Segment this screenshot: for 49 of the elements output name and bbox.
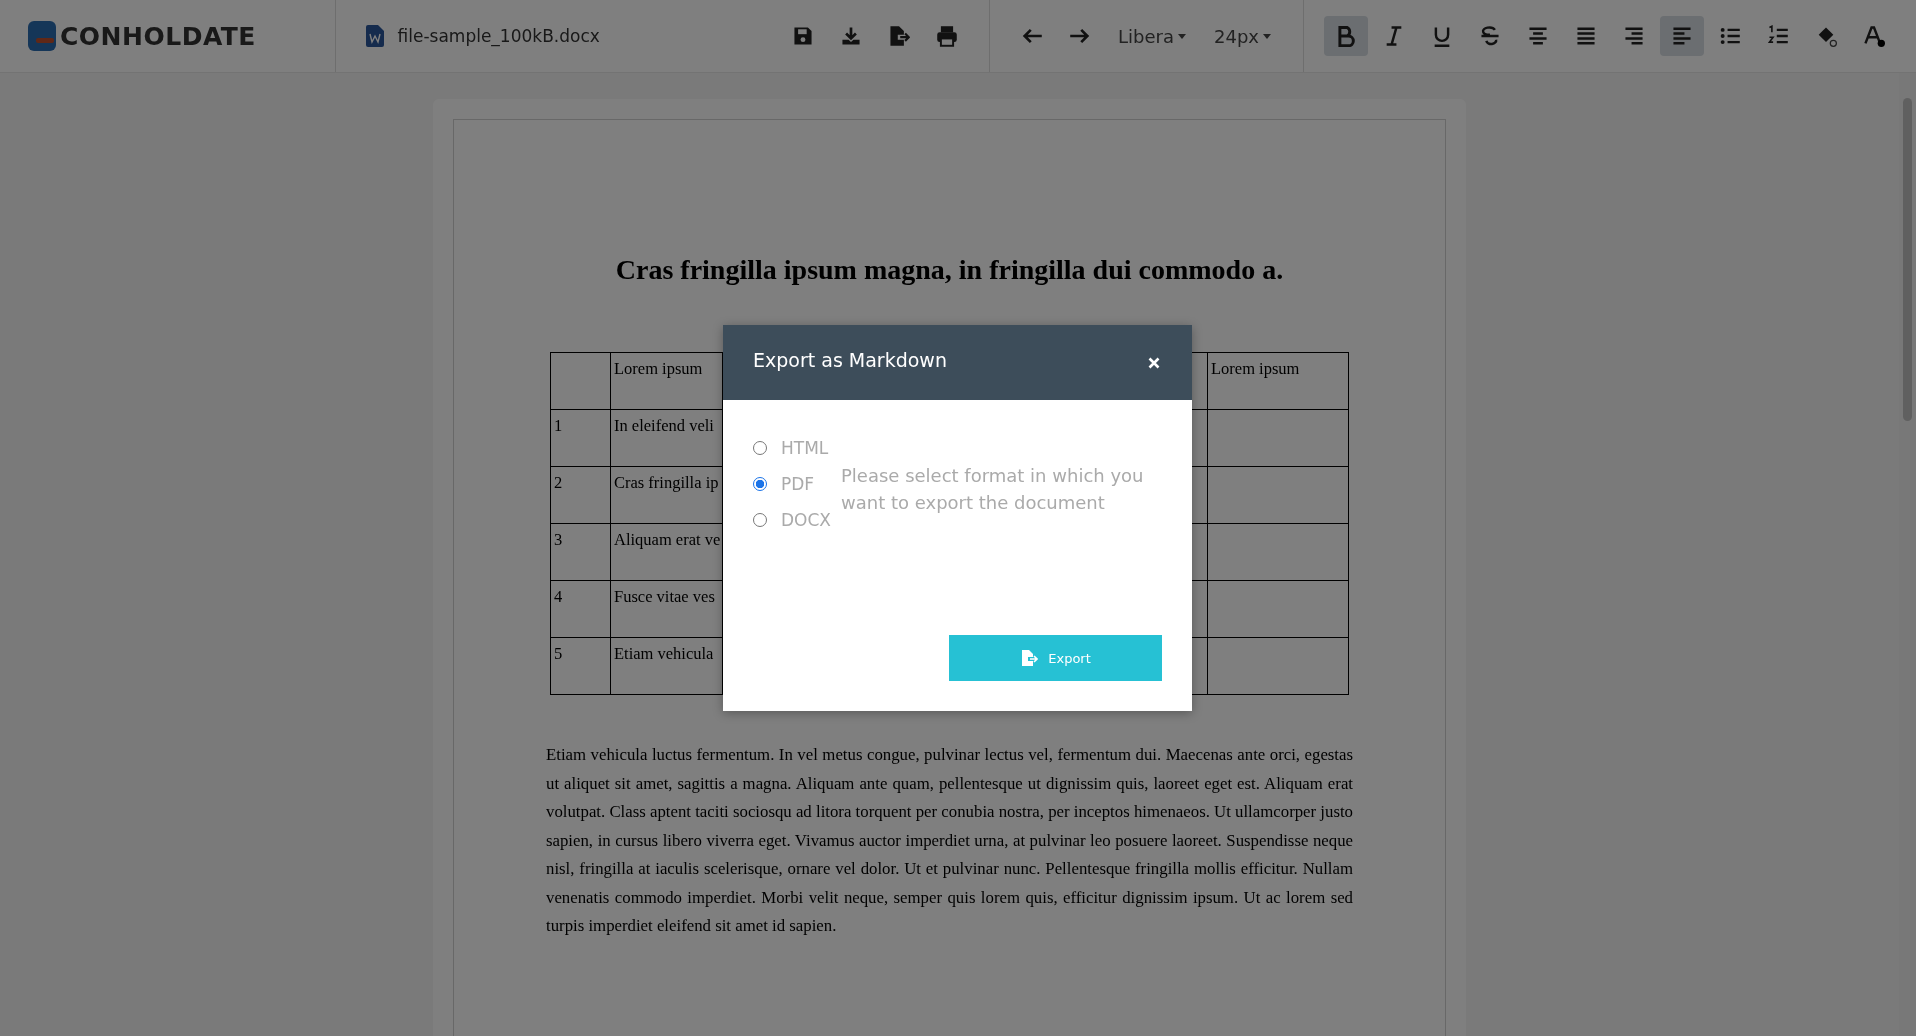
format-option[interactable]: HTML [753, 438, 831, 458]
strikethrough-icon [1479, 25, 1501, 47]
align-left-button[interactable] [1660, 16, 1704, 56]
font-size-dropdown[interactable]: 24px [1202, 16, 1283, 56]
body-paragraph: Etiam vehicula luctus fermentum. In vel metus congue, pulvinar lectus vel, fermentum dui. Maecenas ante orci, egestas ut aliquet sit amet, sagittis a magna. Aliquam ante quam, pellentesque ut dignissim quis, laoreet eget est. Aliquam erat volutpat. Class aptent taciti sociosqu ad litora torquent per conubia nostra, per inceptos himenaeos. Ut ullamcorper justo sapien, in cursus libero viverra eget. Vivamus auctor imperdiet urna, at pulvinar leo posuere laoreet. Suspendisse neque nisl, fringilla at iaculis scelerisque, ornare vel dolor. Ut et pulvinar nunc. Pellentesque fringilla mollis efficitur. Nullam venenatis commodo imperdiet. Morbi velit neque, semper quis lorem quis, efficitur dignissim ipsum. Ut ac lorem sed turpis imperdiet eleifend sit amet id sapien. [546, 744, 1353, 937]
align-left-icon [1671, 25, 1693, 47]
download-icon [840, 25, 863, 47]
table-cell: Lorem ipsum [614, 359, 703, 378]
caret-icon [1178, 33, 1186, 39]
bold-icon [1335, 25, 1357, 47]
dialog-message: Please select format in which you want to export the document [841, 464, 1145, 515]
table-cell: Fusce vitae ves [614, 587, 715, 606]
file-name: file-sample_100kB.docx [397, 26, 600, 46]
font-family-dropdown[interactable]: Libera [1106, 16, 1198, 56]
option-label: HTML [781, 438, 829, 458]
option-label: PDF [781, 474, 815, 494]
export-icon [1020, 649, 1039, 667]
table-cell: 4 [554, 587, 563, 606]
bold-button[interactable] [1324, 16, 1368, 56]
align-justify-icon [1575, 25, 1597, 47]
table-cell: 3 [554, 530, 563, 549]
table-cell: Lorem ipsum [1211, 359, 1300, 378]
option-label: DOCX [781, 510, 831, 530]
font-color-icon [1863, 25, 1885, 47]
logo-text: CONHOLDATE [60, 21, 256, 51]
align-center-icon [1527, 25, 1549, 47]
bullet-list-icon [1719, 25, 1741, 47]
table-cell: In eleifend veli [614, 416, 714, 435]
caret-icon [1263, 33, 1271, 39]
save-icon [792, 25, 815, 47]
document-heading: Cras fringilla ipsum magna, in fringilla dui commodo a. [614, 254, 1285, 286]
table-cell: Etiam vehicula [614, 644, 714, 663]
radio-button[interactable] [753, 477, 767, 491]
word-document-icon [365, 25, 384, 47]
scrollbar-thumb[interactable] [1903, 98, 1912, 421]
table-cell: 2 [554, 473, 563, 492]
format-option[interactable]: PDF [753, 474, 831, 494]
table-cell: 5 [554, 644, 563, 663]
align-right-icon [1623, 25, 1645, 47]
table-cell: 1 [554, 416, 563, 435]
export-button[interactable]: Export [949, 635, 1162, 681]
dialog-title: Export as Markdown [753, 348, 947, 371]
close-button[interactable] [1148, 356, 1160, 369]
export-icon [888, 25, 911, 47]
table-cell: Cras fringilla ip [614, 473, 719, 492]
print-icon [936, 25, 959, 47]
table-cell: Aliquam erat ve [614, 530, 721, 549]
format-option[interactable]: DOCX [753, 510, 831, 530]
logo-icon [28, 21, 56, 51]
